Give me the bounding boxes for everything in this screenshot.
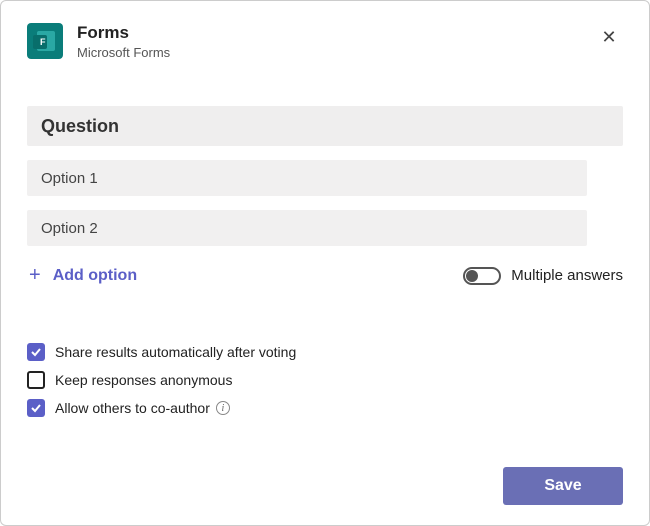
setting-label: Share results automatically after voting xyxy=(55,344,296,360)
setting-label: Allow others to co-author xyxy=(55,400,210,416)
save-button[interactable]: Save xyxy=(503,467,623,505)
multiple-answers-label: Multiple answers xyxy=(511,267,623,284)
svg-text:F: F xyxy=(40,37,46,47)
close-button[interactable]: ✕ xyxy=(595,23,623,51)
setting-keep-anonymous[interactable]: Keep responses anonymous xyxy=(27,371,623,389)
settings-section: Share results automatically after voting… xyxy=(27,343,623,427)
add-option-button[interactable]: + Add option xyxy=(27,264,137,287)
close-icon: ✕ xyxy=(601,27,616,48)
app-titles: Forms Microsoft Forms xyxy=(77,23,170,60)
toggle-knob xyxy=(466,270,478,282)
multiple-answers-toggle[interactable] xyxy=(463,267,501,285)
multiple-answers-control: Multiple answers xyxy=(463,267,623,285)
forms-app-icon: F xyxy=(27,23,63,59)
checkbox-unchecked-icon xyxy=(27,371,45,389)
info-icon[interactable]: i xyxy=(216,401,230,415)
dialog-header: F Forms Microsoft Forms ✕ xyxy=(27,23,623,60)
app-title: Forms xyxy=(77,23,170,43)
option-row: + Add option Multiple answers xyxy=(27,264,623,287)
option-2-input[interactable] xyxy=(27,210,587,246)
setting-label: Keep responses anonymous xyxy=(55,372,232,388)
checkbox-checked-icon xyxy=(27,343,45,361)
question-input[interactable] xyxy=(27,106,623,146)
setting-share-results[interactable]: Share results automatically after voting xyxy=(27,343,623,361)
setting-allow-coauthor[interactable]: Allow others to co-author i xyxy=(27,399,623,417)
plus-icon: + xyxy=(29,264,41,287)
app-subtitle: Microsoft Forms xyxy=(77,45,170,60)
option-1-input[interactable] xyxy=(27,160,587,196)
checkbox-checked-icon xyxy=(27,399,45,417)
forms-dialog: F Forms Microsoft Forms ✕ + Add option M… xyxy=(0,0,650,526)
dialog-footer: Save xyxy=(27,467,623,505)
add-option-label: Add option xyxy=(53,267,137,285)
